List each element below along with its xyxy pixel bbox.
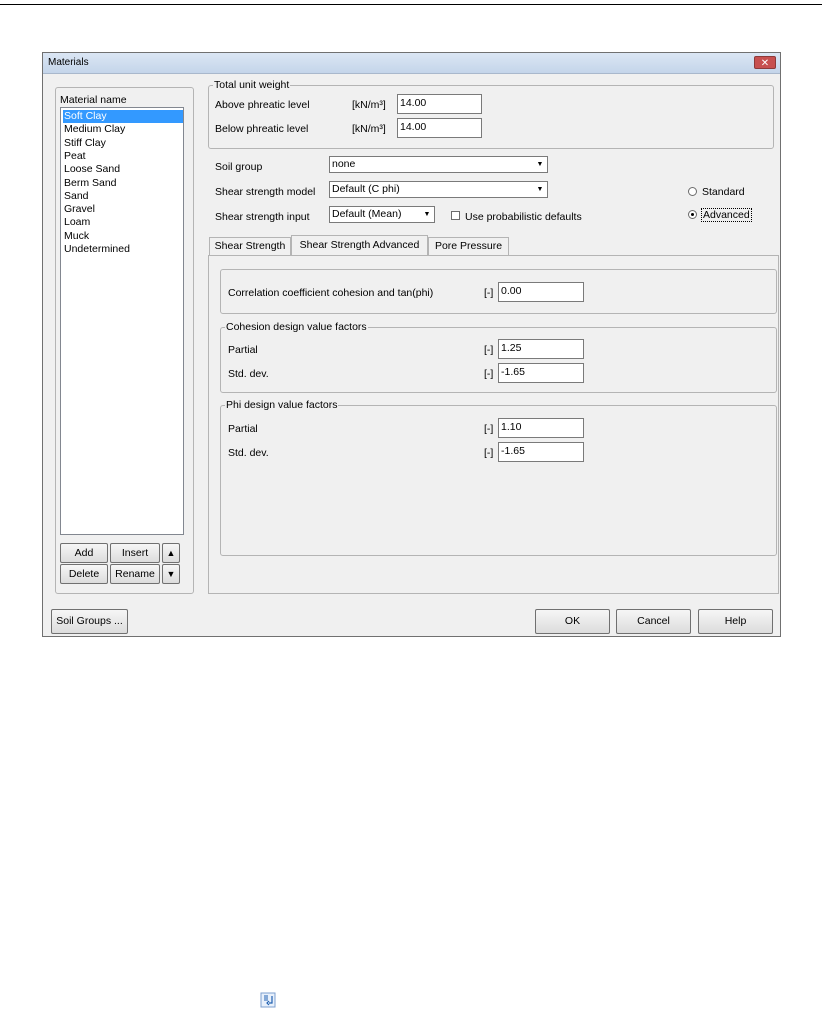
- window-title: Materials: [48, 57, 89, 68]
- move-down-button[interactable]: ▼: [162, 564, 180, 584]
- soil-groups-button[interactable]: Soil Groups ...: [51, 609, 128, 634]
- list-item[interactable]: Stiff Clay: [63, 137, 183, 150]
- shear-strength-input-value: Default (Mean): [332, 208, 402, 220]
- shear-strength-input-label: Shear strength input: [215, 211, 310, 223]
- list-item[interactable]: Undetermined: [63, 243, 183, 256]
- above-phreatic-label: Above phreatic level: [215, 99, 310, 111]
- phi-std-input[interactable]: -1.65: [498, 442, 584, 462]
- ok-button[interactable]: OK: [535, 609, 610, 634]
- move-up-button[interactable]: ▲: [162, 543, 180, 563]
- cancel-button[interactable]: Cancel: [616, 609, 691, 634]
- unit-weight-title: Total unit weight: [213, 79, 291, 91]
- tab-shear-strength-advanced[interactable]: Shear Strength Advanced: [291, 235, 428, 256]
- advanced-radio[interactable]: [688, 210, 697, 219]
- cohesion-std-label: Std. dev.: [228, 368, 269, 380]
- list-item[interactable]: Gravel: [63, 203, 183, 216]
- rename-button[interactable]: Rename: [110, 564, 160, 584]
- close-button[interactable]: ✕: [754, 56, 776, 69]
- list-item[interactable]: Sand: [63, 190, 183, 203]
- material-name-label: Material name: [60, 94, 127, 106]
- unit-weight-group: [208, 85, 774, 149]
- correlation-unit: [-]: [484, 287, 494, 299]
- phi-std-unit: [-]: [484, 447, 494, 459]
- list-item[interactable]: Soft Clay: [63, 110, 183, 123]
- probabilistic-label: Use probabilistic defaults: [465, 211, 582, 223]
- cohesion-partial-unit: [-]: [484, 344, 494, 356]
- above-phreatic-unit: [kN/m³]: [352, 99, 386, 111]
- material-listbox[interactable]: Soft Clay Medium Clay Stiff Clay Peat Loose …: [60, 107, 184, 535]
- phi-partial-unit: [-]: [484, 423, 494, 435]
- radio-selected-dot: [691, 213, 694, 216]
- page-top-rule: [0, 4, 822, 5]
- chevron-down-icon: ▼: [536, 161, 544, 168]
- below-phreatic-input[interactable]: 14.00: [397, 118, 482, 138]
- title-bar: Materials ✕: [43, 53, 780, 74]
- list-item[interactable]: Medium Clay: [63, 123, 183, 136]
- shear-strength-input-dropdown[interactable]: Default (Mean) ▼: [329, 206, 435, 223]
- tab-shear-strength[interactable]: Shear Strength: [209, 237, 291, 256]
- standard-radio[interactable]: [688, 187, 697, 196]
- document-arrow-icon: [260, 992, 276, 1008]
- cohesion-std-unit: [-]: [484, 368, 494, 380]
- below-phreatic-label: Below phreatic level: [215, 123, 309, 135]
- shear-strength-model-value: Default (C phi): [332, 183, 400, 195]
- soil-group-label: Soil group: [215, 161, 263, 173]
- shear-strength-model-dropdown[interactable]: Default (C phi) ▼: [329, 181, 548, 198]
- soil-group-value: none: [332, 158, 356, 170]
- phi-std-label: Std. dev.: [228, 447, 269, 459]
- insert-button[interactable]: Insert: [110, 543, 160, 563]
- chevron-down-icon: ▼: [423, 211, 431, 218]
- tab-pore-pressure[interactable]: Pore Pressure: [428, 237, 509, 256]
- list-item[interactable]: Loam: [63, 216, 183, 229]
- list-item[interactable]: Peat: [63, 150, 183, 163]
- add-button[interactable]: Add: [60, 543, 108, 563]
- above-phreatic-input[interactable]: 14.00: [397, 94, 482, 114]
- phi-title: Phi design value factors: [225, 399, 339, 411]
- advanced-label: Advanced: [701, 208, 752, 222]
- help-button[interactable]: Help: [698, 609, 773, 634]
- list-item[interactable]: Berm Sand: [63, 177, 183, 190]
- cohesion-std-input[interactable]: -1.65: [498, 363, 584, 383]
- list-item[interactable]: Muck: [63, 230, 183, 243]
- cohesion-group: [220, 327, 777, 393]
- standard-label: Standard: [702, 186, 745, 198]
- materials-dialog: Materials ✕ Material name Soft Clay Mediu…: [42, 52, 781, 637]
- cohesion-partial-input[interactable]: 1.25: [498, 339, 584, 359]
- cohesion-partial-label: Partial: [228, 344, 258, 356]
- below-phreatic-unit: [kN/m³]: [352, 123, 386, 135]
- phi-partial-input[interactable]: 1.10: [498, 418, 584, 438]
- cohesion-title: Cohesion design value factors: [225, 321, 368, 333]
- correlation-label: Correlation coefficient cohesion and tan…: [228, 287, 434, 299]
- soil-group-dropdown[interactable]: none ▼: [329, 156, 548, 173]
- phi-partial-label: Partial: [228, 423, 258, 435]
- delete-button[interactable]: Delete: [60, 564, 108, 584]
- probabilistic-checkbox[interactable]: [451, 211, 460, 220]
- correlation-input[interactable]: 0.00: [498, 282, 584, 302]
- chevron-down-icon: ▼: [536, 186, 544, 193]
- shear-strength-model-label: Shear strength model: [215, 186, 316, 198]
- list-item[interactable]: Loose Sand: [63, 163, 183, 176]
